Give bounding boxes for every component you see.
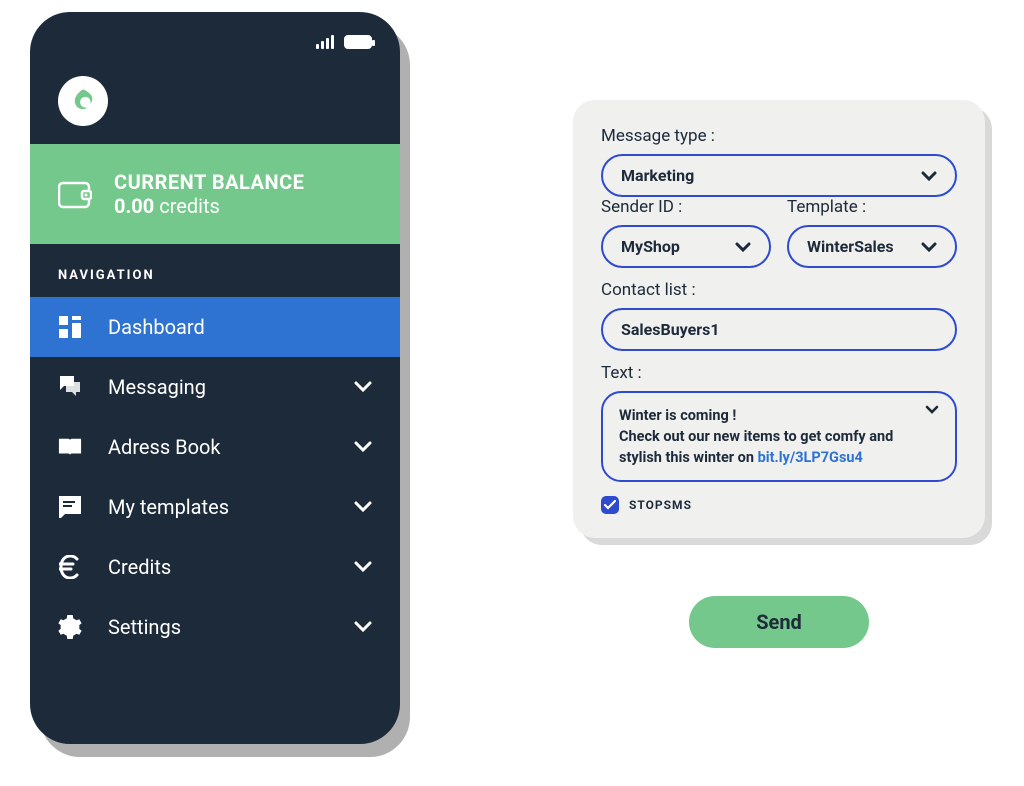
chevron-down-icon (354, 621, 372, 633)
wallet-icon (58, 180, 92, 208)
address-book-icon (58, 435, 82, 459)
chevron-down-icon (354, 381, 372, 393)
nav-item-credits[interactable]: Credits (30, 537, 400, 597)
nav-item-label: Adress Book (108, 435, 221, 459)
chevron-down-icon (925, 405, 939, 414)
chevron-down-icon (921, 242, 937, 252)
balance-title: CURRENT BALANCE (114, 170, 304, 194)
nav-item-label: Settings (108, 615, 181, 639)
nav-item-settings[interactable]: Settings (30, 597, 400, 657)
templates-icon (58, 495, 82, 519)
logo-row (30, 72, 400, 144)
check-icon (604, 500, 616, 510)
phone-mock: CURRENT BALANCE 0.00 credits NAVIGATION … (30, 12, 400, 744)
nav-item-label: Credits (108, 555, 171, 579)
stopsms-checkbox[interactable] (601, 496, 619, 514)
send-button-label: Send (756, 610, 802, 634)
gear-icon (58, 615, 82, 639)
chevron-down-icon (921, 171, 937, 181)
template-value: WinterSales (807, 237, 894, 256)
messaging-icon (58, 375, 82, 399)
send-button[interactable]: Send (689, 596, 869, 648)
nav-item-messaging[interactable]: Messaging (30, 357, 400, 417)
message-type-label: Message type : (601, 126, 957, 146)
battery-icon (344, 35, 372, 49)
nav-item-label: My templates (108, 495, 229, 519)
contact-list-label: Contact list : (601, 280, 957, 300)
message-type-select[interactable]: Marketing (601, 154, 957, 197)
stopsms-row[interactable]: STOPSMS (601, 496, 957, 514)
balance-text: CURRENT BALANCE 0.00 credits (114, 170, 304, 218)
template-select[interactable]: WinterSales (787, 225, 957, 268)
nav-item-label: Dashboard (108, 315, 205, 339)
chevron-down-icon (735, 242, 751, 252)
balance-value: 0.00 (114, 194, 154, 218)
chevron-down-icon (354, 561, 372, 573)
text-label: Text : (601, 363, 957, 383)
message-type-value: Marketing (621, 166, 694, 185)
balance-credits: 0.00 credits (114, 194, 304, 218)
balance-card: CURRENT BALANCE 0.00 credits (30, 144, 400, 244)
chevron-down-icon (354, 441, 372, 453)
logo-icon (69, 87, 97, 115)
app-logo (58, 76, 108, 126)
balance-unit: credits (159, 194, 220, 218)
contact-list-input[interactable]: SalesBuyers1 (601, 308, 957, 351)
euro-icon (58, 555, 82, 579)
stopsms-label: STOPSMS (629, 498, 692, 512)
nav-header: NAVIGATION (30, 244, 400, 297)
nav-item-label: Messaging (108, 375, 206, 399)
contact-list-value: SalesBuyers1 (621, 320, 720, 339)
signal-icon (316, 35, 334, 49)
sender-id-select[interactable]: MyShop (601, 225, 771, 268)
nav-item-dashboard[interactable]: Dashboard (30, 297, 400, 357)
nav-item-templates[interactable]: My templates (30, 477, 400, 537)
compose-panel: Message type : Marketing Sender ID : MyS… (573, 100, 985, 538)
nav-item-address-book[interactable]: Adress Book (30, 417, 400, 477)
template-label: Template : (787, 197, 957, 217)
sender-id-label: Sender ID : (601, 197, 771, 217)
text-link[interactable]: bit.ly/3LP7Gsu4 (758, 449, 863, 466)
text-line1: Winter is coming ! (619, 407, 736, 424)
text-area[interactable]: Winter is coming ! Check out our new ite… (601, 391, 957, 482)
chevron-down-icon (354, 501, 372, 513)
sender-id-value: MyShop (621, 237, 680, 256)
status-bar (30, 12, 400, 72)
dashboard-icon (58, 315, 82, 339)
